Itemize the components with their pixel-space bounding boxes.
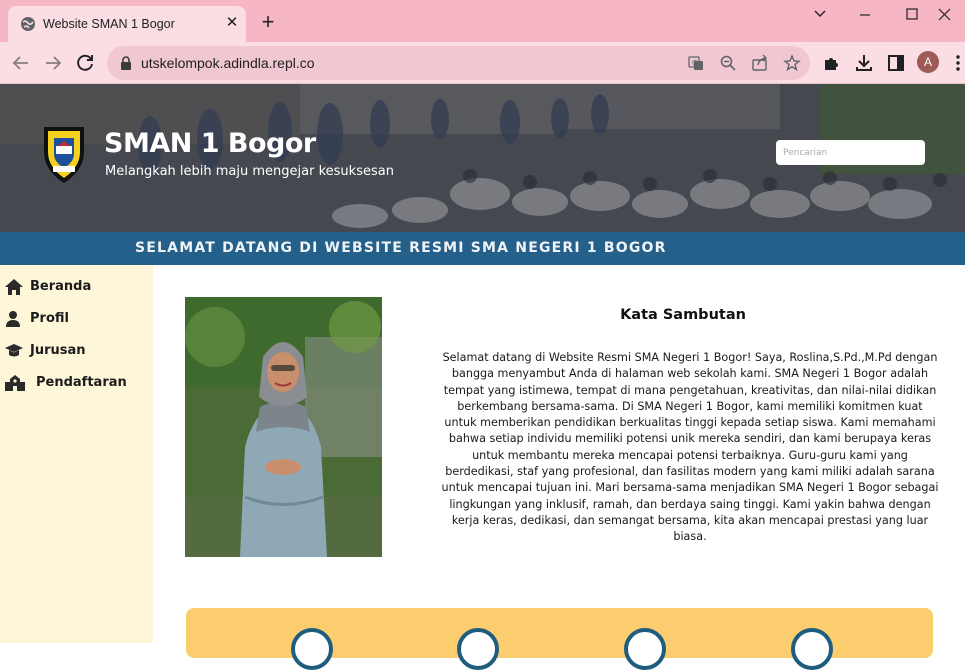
site-tagline: Melangkah lebih maju mengejar kesuksesan <box>105 164 394 179</box>
sidebar-item-jurusan[interactable]: Jurusan <box>0 338 153 364</box>
school-logo <box>44 127 84 183</box>
site-title: SMAN 1 Bogor <box>104 128 316 159</box>
feature-icon <box>291 628 333 670</box>
feature-icon <box>791 628 833 670</box>
translate-icon[interactable]: G <box>687 54 705 72</box>
reload-icon[interactable] <box>72 50 98 76</box>
bookmark-star-icon[interactable] <box>783 54 801 72</box>
new-tab-icon[interactable]: + <box>256 11 280 35</box>
banner-text: SELAMAT DATANG DI WEBSITE RESMI SMA NEGE… <box>135 240 667 256</box>
sidebar-nav: Beranda Profil Jurusan Pendaftaran <box>0 265 153 643</box>
browser-toolbar: utskelompok.adindla.repl.co G A <box>0 42 965 84</box>
forward-arrow-icon[interactable] <box>40 50 66 76</box>
share-icon[interactable] <box>751 54 769 72</box>
tab-search-chevron-icon[interactable] <box>797 2 843 28</box>
search-input[interactable] <box>776 140 925 165</box>
header-hero: SMAN 1 Bogor Melangkah lebih maju mengej… <box>0 84 965 232</box>
download-icon[interactable] <box>854 53 874 73</box>
home-icon <box>5 279 23 295</box>
side-panel-icon[interactable] <box>886 53 906 73</box>
tab-title: Website SMAN 1 Bogor <box>43 17 175 31</box>
window-close-icon[interactable] <box>921 2 965 28</box>
globe-icon <box>21 17 35 31</box>
browser-tab-strip: Website SMAN 1 Bogor ✕ + <box>0 0 965 42</box>
feature-icon <box>624 628 666 670</box>
minimize-icon[interactable] <box>842 2 888 28</box>
profile-avatar[interactable]: A <box>917 51 939 73</box>
sidebar-item-label: Profil <box>30 311 69 326</box>
back-arrow-icon[interactable] <box>8 50 34 76</box>
welcome-message: Selamat datang di Website Resmi SMA Nege… <box>441 351 939 544</box>
tab-close-icon[interactable]: ✕ <box>223 14 241 32</box>
browser-tab[interactable]: Website SMAN 1 Bogor ✕ <box>8 6 246 42</box>
zoom-out-icon[interactable] <box>719 54 737 72</box>
school-building-icon <box>5 375 25 391</box>
sidebar-item-label: Jurusan <box>30 343 86 358</box>
user-icon <box>6 311 20 327</box>
sidebar-item-beranda[interactable]: Beranda <box>0 274 153 300</box>
sidebar-item-pendaftaran[interactable]: Pendaftaran <box>0 370 153 396</box>
address-bar[interactable]: utskelompok.adindla.repl.co G <box>107 46 810 80</box>
sidebar-item-profil[interactable]: Profil <box>0 306 153 332</box>
browser-menu-icon[interactable] <box>954 54 962 72</box>
features-panel <box>186 608 933 670</box>
feature-icon <box>457 628 499 670</box>
sidebar-item-label: Beranda <box>30 279 92 294</box>
principal-photo <box>185 297 382 557</box>
lock-icon <box>121 56 131 70</box>
svg-text:G: G <box>692 59 697 67</box>
welcome-banner: SELAMAT DATANG DI WEBSITE RESMI SMA NEGE… <box>0 232 965 265</box>
welcome-title: Kata Sambutan <box>620 307 746 323</box>
sidebar-item-label: Pendaftaran <box>36 375 127 390</box>
url-text[interactable]: utskelompok.adindla.repl.co <box>141 55 315 71</box>
extensions-puzzle-icon[interactable] <box>822 53 842 73</box>
graduation-cap-icon <box>5 344 23 357</box>
